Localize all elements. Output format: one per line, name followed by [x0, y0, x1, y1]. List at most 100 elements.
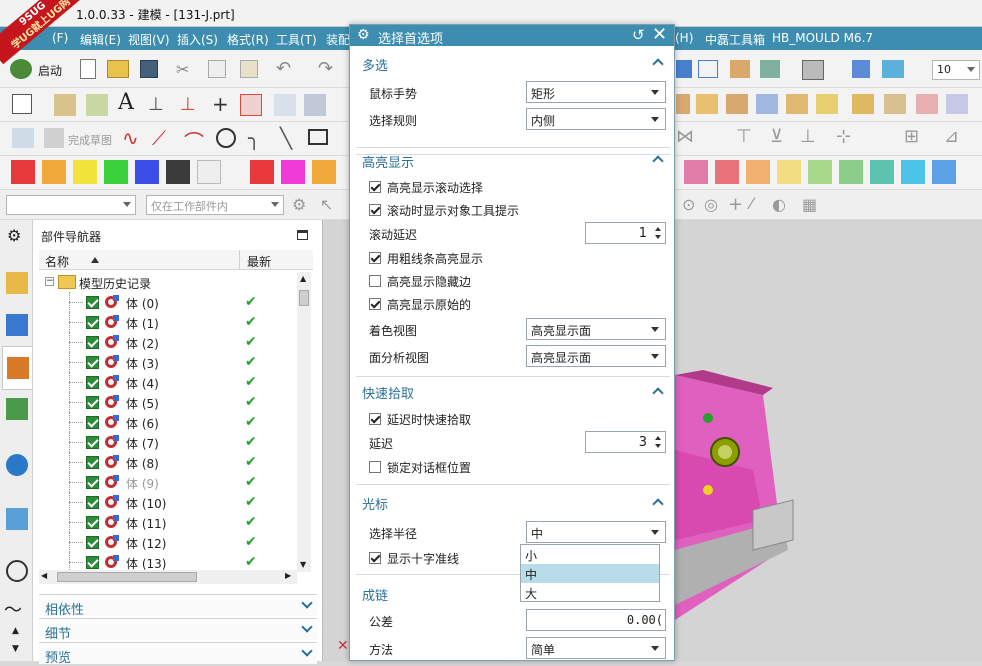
datum-csys-icon[interactable]: [54, 94, 76, 116]
color-swatch[interactable]: [135, 160, 159, 184]
delete-icon[interactable]: [240, 94, 262, 116]
scroll-right-icon[interactable]: ▶: [285, 571, 291, 580]
visibility-checkbox[interactable]: [86, 456, 99, 469]
maximize-icon[interactable]: [297, 230, 308, 240]
visibility-checkbox[interactable]: [86, 536, 99, 549]
zoom-select[interactable]: 10: [932, 60, 980, 80]
menu-edit[interactable]: 编辑(E): [80, 31, 121, 48]
wireframe-cube-icon[interactable]: [698, 60, 718, 78]
draft-icon[interactable]: [884, 94, 906, 114]
group-header[interactable]: 快速拾取: [362, 383, 414, 402]
menu-zhonglei-toolbox[interactable]: 中磊工具箱: [705, 31, 765, 48]
chevron-down-icon[interactable]: ▼: [12, 644, 19, 654]
sketch-icon[interactable]: [12, 128, 34, 148]
menu-file[interactable]: (F): [52, 31, 68, 45]
spin-down-icon[interactable]: [655, 235, 661, 239]
circle-icon[interactable]: [216, 128, 236, 148]
collapse-icon[interactable]: [652, 58, 664, 70]
visibility-checkbox[interactable]: [86, 496, 99, 509]
feature-icon[interactable]: [86, 94, 108, 116]
visibility-checkbox[interactable]: [86, 296, 99, 309]
new-file-icon[interactable]: [80, 59, 96, 79]
intersect-point-icon[interactable]: +: [728, 194, 743, 215]
color-swatch[interactable]: [746, 160, 770, 184]
face-analysis-select[interactable]: 高亮显示面: [526, 345, 666, 367]
color-swatch[interactable]: [73, 160, 97, 184]
grid-snap-icon[interactable]: ▦: [802, 195, 817, 214]
highlight-scroll-select-checkbox[interactable]: [369, 181, 381, 193]
dimension-icon[interactable]: ⊻: [770, 126, 783, 147]
select-rule-select[interactable]: 内侧: [526, 108, 666, 130]
arc-icon[interactable]: ⌒: [184, 126, 204, 155]
tree-row[interactable]: 体 (3) ✔: [39, 352, 297, 372]
color-swatch[interactable]: [808, 160, 832, 184]
delay-spinner[interactable]: 3: [585, 431, 666, 453]
menu-insert[interactable]: 插入(S): [177, 31, 218, 48]
start-label[interactable]: 启动: [38, 62, 62, 79]
shaded-view-icon[interactable]: [730, 60, 750, 78]
palette-icon[interactable]: 〜: [4, 596, 22, 622]
sew-icon[interactable]: [756, 94, 778, 114]
collapse-icon[interactable]: [652, 155, 664, 167]
shaded-view-select[interactable]: 高亮显示面: [526, 318, 666, 340]
color-swatch[interactable]: [932, 160, 956, 184]
tree-row[interactable]: 体 (9) ✔: [39, 472, 297, 492]
fillet-icon[interactable]: ╮: [248, 126, 260, 150]
tree-row[interactable]: 体 (4) ✔: [39, 372, 297, 392]
navigator-vscroll[interactable]: ▲ ▼: [297, 272, 311, 572]
color-swatch[interactable]: [839, 160, 863, 184]
history-clock-icon[interactable]: [6, 560, 28, 582]
collapse-icon[interactable]: [652, 387, 664, 399]
chevron-up-icon[interactable]: ▲: [12, 626, 19, 636]
color-swatch[interactable]: [684, 160, 708, 184]
tree-row[interactable]: 体 (6) ✔: [39, 412, 297, 432]
scroll-up-icon[interactable]: ▲: [300, 274, 306, 283]
delay-quick-pick-checkbox[interactable]: [369, 413, 381, 425]
face-point-icon[interactable]: ◐: [772, 195, 786, 214]
collapse-icon[interactable]: [652, 498, 664, 510]
group-header[interactable]: 多选: [362, 55, 388, 74]
line-icon[interactable]: ⟋: [152, 126, 166, 150]
line-point-icon[interactable]: ⁄: [750, 194, 753, 213]
scroll-down-icon[interactable]: ▼: [300, 560, 306, 569]
color-swatch[interactable]: [166, 160, 190, 184]
snap-icon[interactable]: ⊹: [836, 126, 851, 147]
selection-scope-select[interactable]: 仅在工作部件内: [146, 195, 284, 215]
reuse-library-icon[interactable]: [6, 398, 28, 420]
text-icon[interactable]: A: [118, 90, 134, 115]
lock-dialog-checkbox[interactable]: [369, 461, 381, 473]
color-swatch[interactable]: [281, 160, 305, 184]
column-latest[interactable]: 最新: [247, 253, 271, 270]
collapse-icon[interactable]: −: [45, 277, 54, 286]
color-swatch[interactable]: [901, 160, 925, 184]
tree-row[interactable]: 体 (7) ✔: [39, 432, 297, 452]
section-dependencies[interactable]: 相依性: [39, 594, 317, 618]
plus-icon[interactable]: +: [212, 92, 229, 116]
point-icon[interactable]: ⊥: [180, 94, 196, 115]
menu-view[interactable]: 视图(V): [128, 31, 170, 48]
color-swatch[interactable]: [250, 160, 274, 184]
color-swatch[interactable]: [870, 160, 894, 184]
menu-assembly[interactable]: 装配: [326, 31, 350, 48]
part-navigator-tab[interactable]: [2, 346, 32, 390]
web-browser-icon[interactable]: [6, 508, 28, 530]
visibility-checkbox[interactable]: [86, 356, 99, 369]
color-swatch[interactable]: [11, 160, 35, 184]
thick-lines-checkbox[interactable]: [369, 252, 381, 264]
mirror-icon[interactable]: ⋈: [676, 126, 694, 147]
menu-tools[interactable]: 工具(T): [276, 31, 317, 48]
save-icon[interactable]: [140, 60, 158, 78]
menu-format[interactable]: 格式(R): [227, 31, 269, 48]
redo-icon[interactable]: ↷: [318, 58, 333, 79]
trim-body-icon[interactable]: [916, 94, 938, 114]
option-small[interactable]: 小: [521, 545, 659, 564]
tree-row[interactable]: 体 (8) ✔: [39, 452, 297, 472]
unite-icon[interactable]: [786, 94, 808, 114]
visibility-checkbox[interactable]: [86, 556, 99, 569]
spin-up-icon[interactable]: [655, 436, 661, 440]
assembly-navigator-icon[interactable]: [6, 272, 28, 294]
group-header[interactable]: 光标: [362, 494, 388, 513]
scroll-left-icon[interactable]: ◀: [41, 571, 47, 580]
option-large[interactable]: 大: [521, 583, 659, 602]
shell-icon[interactable]: [852, 94, 874, 114]
